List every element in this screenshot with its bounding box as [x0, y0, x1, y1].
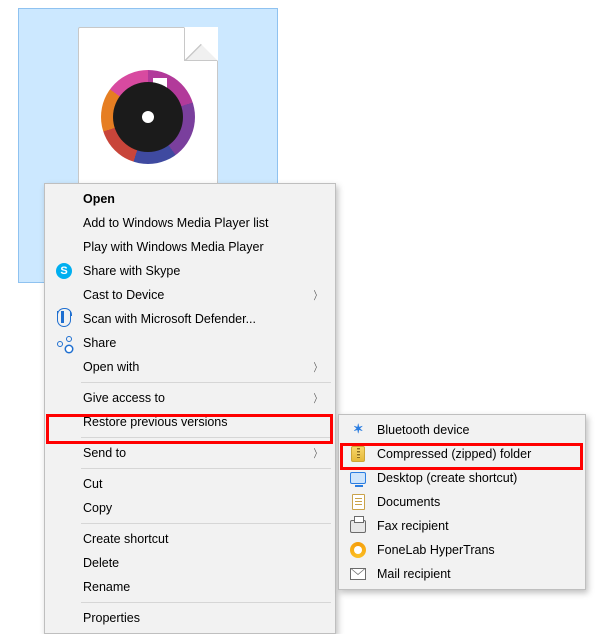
submenu-compressed[interactable]: Compressed (zipped) folder — [341, 442, 583, 466]
menu-share-skype-label: Share with Skype — [83, 264, 180, 278]
menu-send-to[interactable]: Send to 〉 — [47, 441, 333, 465]
submenu-fonelab[interactable]: FoneLab HyperTrans — [341, 538, 583, 562]
context-menu: Open Add to Windows Media Player list Pl… — [44, 183, 336, 634]
zip-folder-icon — [349, 445, 367, 463]
menu-give-access-label: Give access to — [83, 391, 165, 405]
menu-separator — [81, 382, 331, 383]
menu-share-skype[interactable]: S Share with Skype — [47, 259, 333, 283]
share-icon — [55, 334, 73, 352]
submenu-desktop[interactable]: Desktop (create shortcut) — [341, 466, 583, 490]
submenu-fonelab-label: FoneLab HyperTrans — [377, 543, 495, 557]
menu-play-wmp[interactable]: Play with Windows Media Player — [47, 235, 333, 259]
submenu-fax-label: Fax recipient — [377, 519, 449, 533]
submenu-arrow-icon: 〉 — [314, 445, 322, 461]
defender-shield-icon — [55, 310, 73, 328]
menu-rename[interactable]: Rename — [47, 575, 333, 599]
menu-properties[interactable]: Properties — [47, 606, 333, 630]
bluetooth-icon: ✶ — [349, 421, 367, 439]
menu-open-with[interactable]: Open with 〉 — [47, 355, 333, 379]
menu-properties-label: Properties — [83, 611, 140, 625]
menu-cast-label: Cast to Device — [83, 288, 164, 302]
menu-share[interactable]: Share — [47, 331, 333, 355]
submenu-desktop-label: Desktop (create shortcut) — [377, 471, 517, 485]
menu-copy-label: Copy — [83, 501, 112, 515]
submenu-compressed-label: Compressed (zipped) folder — [377, 447, 531, 461]
menu-separator — [81, 468, 331, 469]
menu-cut-label: Cut — [83, 477, 102, 491]
menu-open-label: Open — [83, 192, 115, 206]
menu-separator — [81, 523, 331, 524]
menu-separator — [81, 602, 331, 603]
menu-share-label: Share — [83, 336, 116, 350]
menu-cast[interactable]: Cast to Device 〉 — [47, 283, 333, 307]
menu-add-wmp-list-label: Add to Windows Media Player list — [83, 216, 269, 230]
menu-send-to-label: Send to — [83, 446, 126, 460]
menu-create-shortcut[interactable]: Create shortcut — [47, 527, 333, 551]
submenu-fax[interactable]: Fax recipient — [341, 514, 583, 538]
send-to-submenu: ✶ Bluetooth device Compressed (zipped) f… — [338, 414, 586, 590]
menu-restore-previous[interactable]: Restore previous versions — [47, 410, 333, 434]
menu-delete-label: Delete — [83, 556, 119, 570]
fax-icon — [349, 517, 367, 535]
menu-give-access[interactable]: Give access to 〉 — [47, 386, 333, 410]
submenu-documents-label: Documents — [377, 495, 440, 509]
menu-cut[interactable]: Cut — [47, 472, 333, 496]
submenu-arrow-icon: 〉 — [314, 359, 322, 375]
hypertrans-icon — [349, 541, 367, 559]
menu-add-wmp-list[interactable]: Add to Windows Media Player list — [47, 211, 333, 235]
submenu-documents[interactable]: Documents — [341, 490, 583, 514]
menu-open[interactable]: Open — [47, 187, 333, 211]
page-fold-icon — [184, 27, 218, 61]
menu-separator — [81, 437, 331, 438]
menu-delete[interactable]: Delete — [47, 551, 333, 575]
menu-restore-previous-label: Restore previous versions — [83, 415, 228, 429]
groove-music-icon — [101, 70, 195, 164]
menu-create-shortcut-label: Create shortcut — [83, 532, 168, 546]
mail-icon — [349, 565, 367, 583]
desktop-icon — [349, 469, 367, 487]
menu-defender-label: Scan with Microsoft Defender... — [83, 312, 256, 326]
menu-play-wmp-label: Play with Windows Media Player — [83, 240, 264, 254]
submenu-arrow-icon: 〉 — [314, 390, 322, 406]
skype-icon: S — [55, 262, 73, 280]
menu-rename-label: Rename — [83, 580, 130, 594]
submenu-mail-label: Mail recipient — [377, 567, 451, 581]
documents-icon — [349, 493, 367, 511]
menu-copy[interactable]: Copy — [47, 496, 333, 520]
submenu-arrow-icon: 〉 — [314, 287, 322, 303]
submenu-bluetooth-label: Bluetooth device — [377, 423, 469, 437]
submenu-bluetooth[interactable]: ✶ Bluetooth device — [341, 418, 583, 442]
menu-defender[interactable]: Scan with Microsoft Defender... — [47, 307, 333, 331]
submenu-mail[interactable]: Mail recipient — [341, 562, 583, 586]
menu-open-with-label: Open with — [83, 360, 139, 374]
file-page-icon — [78, 27, 218, 207]
